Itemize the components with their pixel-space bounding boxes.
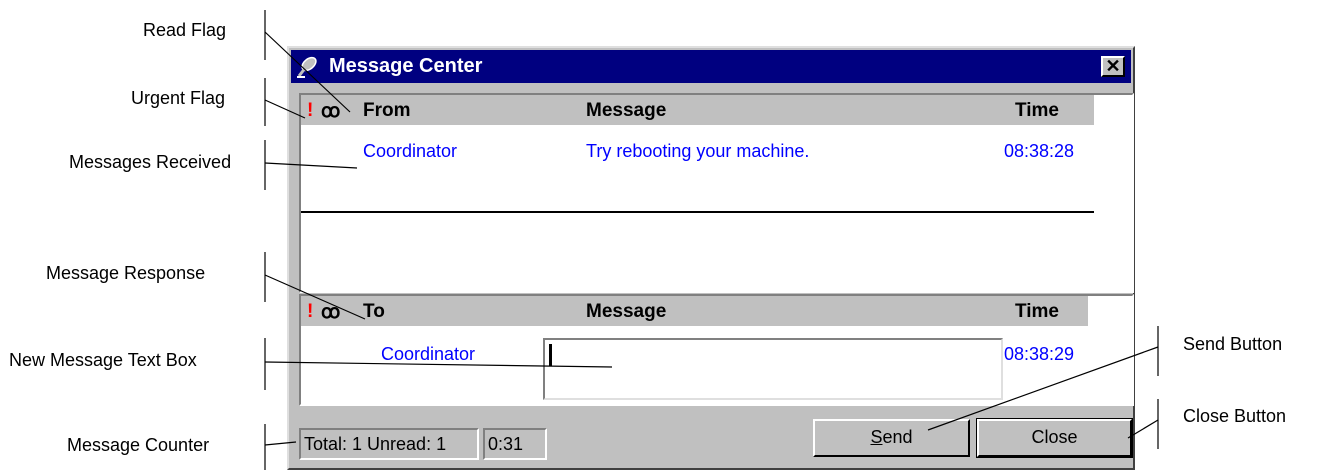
response-header: ! ꝏ To Message Time [301, 296, 1088, 326]
column-header-from[interactable]: From [363, 100, 411, 122]
text-caret [549, 344, 552, 366]
callout-message-response: Message Response [46, 263, 206, 283]
callout-new-message-text-box: New Message Text Box [9, 350, 197, 370]
column-header-message: Message [586, 301, 667, 322]
send-button[interactable]: Send [813, 419, 970, 457]
column-header-message[interactable]: Message [586, 100, 666, 122]
message-text: Try rebooting your machine. [586, 141, 810, 161]
urgent-flag-icon: ! [307, 301, 314, 322]
title-bar[interactable]: Message Center ✕ [291, 50, 1131, 83]
message-time: 08:38:28 [1004, 141, 1075, 161]
list-separator [301, 211, 1094, 213]
message-counter: Total: 1 Unread: 1 [299, 428, 479, 460]
list-item[interactable]: Coordinator Try rebooting your machine. … [301, 141, 1094, 165]
new-message-text-box[interactable] [543, 338, 1003, 400]
send-mnemonic: S [870, 427, 883, 447]
received-list-header: ! ꝏ From Message Time [301, 95, 1094, 125]
response-time: 08:38:29 [1004, 344, 1075, 364]
urgent-flag-icon: ! [307, 100, 314, 121]
message-center-window: Message Center ✕ ! ꝏ From Message Time C… [287, 46, 1135, 470]
send-label: end [882, 427, 913, 447]
column-header-to: To [363, 301, 385, 322]
callout-message-counter: Message Counter [67, 435, 210, 455]
read-flag-icon: ꝏ [321, 302, 341, 323]
callout-messages-received: Messages Received [69, 152, 232, 172]
satellite-dish-icon [297, 56, 317, 78]
response-to: Coordinator [381, 344, 476, 364]
callout-urgent-flag: Urgent Flag [131, 88, 226, 108]
message-response-pane: ! ꝏ To Message Time Coordinator 08:38:29 [299, 294, 1134, 406]
callout-close-button: Close Button [1183, 406, 1287, 426]
close-icon[interactable]: ✕ [1101, 56, 1125, 77]
column-header-time: Time [1015, 301, 1060, 322]
callout-send-button: Send Button [1183, 334, 1283, 354]
close-button[interactable]: Close [976, 418, 1133, 458]
window-title: Message Center [329, 55, 483, 77]
column-header-time[interactable]: Time [1015, 100, 1059, 122]
callout-read-flag: Read Flag [143, 20, 227, 40]
message-from: Coordinator [363, 141, 458, 161]
elapsed-timer: 0:31 [483, 428, 547, 460]
messages-received-list[interactable]: ! ꝏ From Message Time Coordinator Try re… [299, 93, 1134, 293]
read-flag-icon: ꝏ [321, 101, 341, 122]
